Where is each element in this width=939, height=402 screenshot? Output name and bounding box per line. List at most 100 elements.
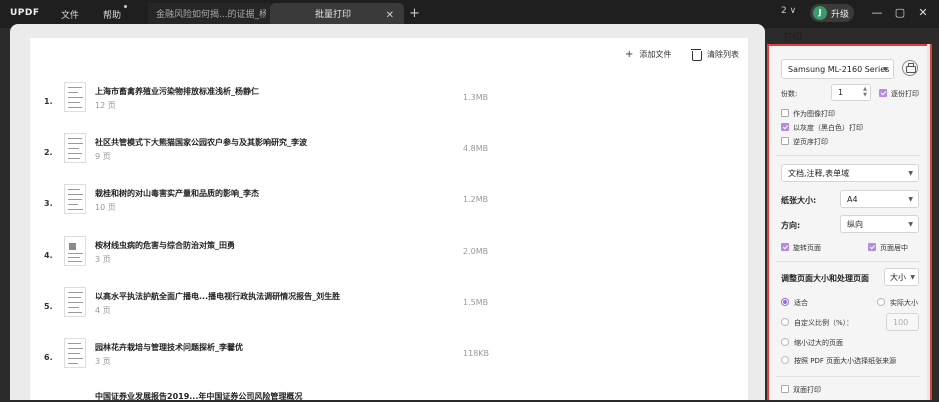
paper-size-label: 纸张大小: [781,196,817,205]
menu-help[interactable]: 帮助 [103,8,121,21]
item-index: 1. [44,97,53,106]
scaling-header: 调整页面大小和处理页面 [781,274,869,283]
shrink-radio[interactable] [781,338,789,346]
minimize-icon[interactable]: — [870,6,884,19]
item-index: 5. [44,302,53,311]
maximize-icon[interactable]: ▢ [893,6,907,19]
item-index: 6. [44,353,53,362]
reverse-order-label: 逆页序打印 [793,138,828,146]
scaling-mode-select[interactable]: 大小 ▼ [884,268,919,286]
file-title: 社区共管模式下大熊猫国家公园农户参与及其影响研究_李波 [95,138,307,147]
duplex-label: 双面打印 [793,386,821,394]
plus-icon: + [625,49,634,60]
reverse-order-checkbox[interactable] [781,137,789,145]
page-thumbnail [64,338,86,368]
avatar[interactable]: J [813,6,827,20]
collate-checkbox[interactable] [879,89,887,97]
content-select[interactable]: 文档,注释,表单域 ▼ [781,164,919,182]
list-item[interactable]: 3. 栽桂和树的对山毒害实产量和品质的影响_李杰 10 页 1.2MB [40,184,740,236]
list-item[interactable]: 中国证券业发展报告2019...年中国证券公司风险管理概况 [40,388,740,401]
print-as-image-checkbox[interactable] [781,109,789,117]
collate-label: 逐份打印 [891,90,919,98]
custom-scale-radio[interactable] [781,318,789,326]
page-count: 3 页 [95,255,111,264]
orientation-label: 方向: [781,221,801,230]
scaling-mode-value: 大小 [890,273,906,282]
actual-size-radio[interactable] [877,298,885,306]
file-size: 1.2MB [463,195,489,204]
clear-list-button[interactable]: 清除列表 [691,49,739,61]
back-chevron-icon[interactable]: ‹ [776,33,780,43]
print-as-image-label: 作为图像打印 [793,110,835,118]
file-size: 2.0MB [463,247,489,256]
chevron-down-icon: ▼ [908,221,913,228]
print-panel-header[interactable]: ‹ 打印 [776,30,802,43]
printer-value: Samsung ML-2160 Series [788,65,890,74]
chevron-down-icon: ▼ [910,274,915,281]
file-title: 上海市畜禽养殖业污染物排放标准浅析_杨静仁 [95,87,259,96]
page-thumbnail [64,82,86,112]
add-file-button[interactable]: + 添加文件 [625,49,671,60]
list-item[interactable]: 6. 园林花卉栽培与管理技术问题探析_李馨优 3 页 118KB [40,338,740,390]
page-count: 4 页 [95,306,111,315]
actual-size-label: 实际大小 [890,299,918,307]
notification-dot [124,5,127,8]
file-title: 中国证券业发展报告2019...年中国证券公司风险管理概况 [95,392,303,401]
file-size: 118KB [463,349,490,358]
add-file-label: 添加文件 [639,50,672,59]
page-count: 10 页 [95,203,116,212]
list-item[interactable]: 1. 上海市畜禽养殖业污染物排放标准浅析_杨静仁 12 页 1.3MB [40,82,740,134]
auto-center-checkbox[interactable] [868,243,876,251]
file-title: 桉材线虫病的危害与综合防治对策_田勇 [95,241,235,250]
pdf-paper-radio[interactable] [781,356,789,364]
list-item[interactable]: 4. 桉材线虫病的危害与综合防治对策_田勇 3 页 2.0MB [40,236,740,288]
orientation-value: 纵向 [847,220,863,229]
list-item[interactable]: 5. 以高水平执法护航全面广播电...播电视行政执法调研情况报告_刘生胜 4 页… [40,287,740,339]
page-thumbnail [64,287,86,317]
clear-list-label: 清除列表 [707,50,739,59]
page-count: 3 页 [95,357,111,366]
auto-center-label: 页面居中 [880,244,908,252]
auto-rotate-checkbox[interactable] [781,243,789,251]
stepper-arrows-icon[interactable]: ▲ ▼ [863,86,867,98]
content-value: 文档,注释,表单域 [788,169,850,178]
printer-select[interactable]: Samsung ML-2160 Series ▼ [781,59,894,79]
panel-scrollbar[interactable] [927,44,930,400]
grayscale-label: 以灰度（黑白色）打印 [793,124,863,132]
item-index: 3. [44,199,53,208]
menu-file[interactable]: 文件 [61,8,79,21]
file-title: 以高水平执法护航全面广播电...播电视行政执法调研情况报告_刘生胜 [95,292,341,301]
orientation-select[interactable]: 纵向 ▼ [840,215,919,233]
chevron-down-icon: ▼ [883,66,888,73]
close-window-icon[interactable]: ✕ [916,6,930,19]
list-item[interactable]: 2. 社区共管模式下大熊猫国家公园农户参与及其影响研究_李波 9 页 4.8MB [40,133,740,185]
copies-stepper[interactable]: 1 ▲ ▼ [831,84,871,101]
paper-size-select[interactable]: A4 ▼ [840,190,919,208]
printer-properties-icon[interactable] [902,60,918,76]
file-size: 1.3MB [463,93,489,102]
chevron-down-icon: ▼ [908,196,913,203]
page-thumbnail [64,133,86,163]
custom-scale-label: 自定义比例（%）： [794,319,854,327]
window-count[interactable]: 2 ∨ [781,6,796,16]
window-count-label: 2 [781,6,787,16]
item-index: 2. [44,148,53,157]
page-thumbnail [64,236,86,266]
fit-label: 适合 [794,299,808,307]
file-title: 园林花卉栽培与管理技术问题探析_李馨优 [95,343,243,352]
duplex-checkbox[interactable] [781,385,789,393]
divider [776,261,920,262]
file-size: 4.8MB [463,144,489,153]
grayscale-checkbox[interactable] [781,123,789,131]
print-panel-title: 打印 [783,33,802,43]
shrink-label: 缩小过大的页面 [794,339,843,347]
file-title: 栽桂和树的对山毒害实产量和品质的影响_李杰 [95,189,259,198]
page-count: 9 页 [95,152,111,161]
app-logo: UPDF [10,8,40,18]
fit-radio[interactable] [781,298,789,306]
add-tab-icon[interactable]: + [409,6,420,21]
custom-scale-input[interactable]: 100 [886,313,919,331]
divider [776,376,920,377]
item-index: 4. [44,251,53,260]
custom-scale-value: 100 [893,318,909,327]
